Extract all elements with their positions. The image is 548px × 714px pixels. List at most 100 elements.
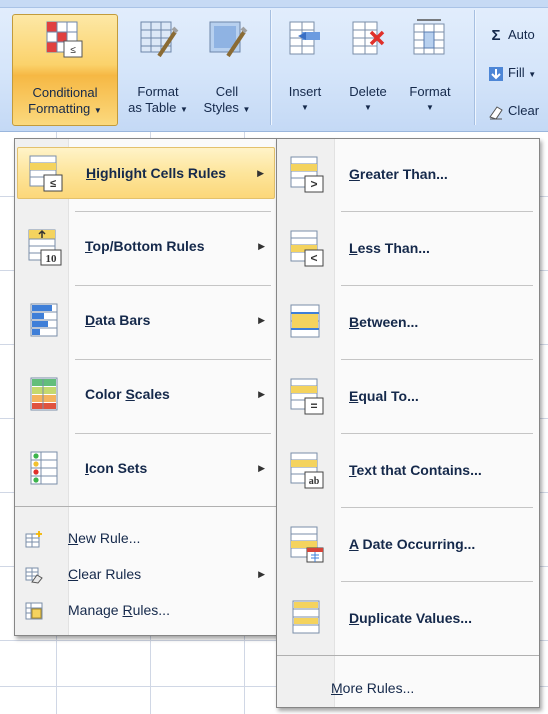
submenu-item-duplicate-values[interactable]: Duplicate Values... [279,593,537,645]
date-key: A [349,536,359,552]
insert-cells-icon [289,21,320,55]
greater-than-icon: > [290,156,324,193]
clearrules-key: C [68,566,79,582]
submenu-arrow-icon: ▶ [258,569,265,579]
menu-item-new-rule[interactable]: New Rule... [17,527,275,551]
managerules-pre: Manage [68,602,123,618]
format-as-table-button[interactable]: Format as Table ▼ [122,14,194,126]
menu-item-color-scales[interactable]: Color Scales ▶ [17,369,275,421]
submenu-item-equal-to[interactable]: = Equal To... [279,371,537,423]
submenu-arrow-icon: ▶ [257,168,264,178]
menu-item-clear-rules[interactable]: Clear Rules ▶ [17,563,275,587]
submenu-arrow-icon: ▶ [258,241,265,251]
menu-separator [75,285,271,286]
svg-text:10: 10 [46,253,58,265]
menu-separator [75,211,271,212]
menu-separator [341,359,533,360]
submenu-item-greater-than[interactable]: > Greater Than... [279,149,537,201]
conditional-formatting-button[interactable]: ≤ Conditional Formatting ▼ [12,14,118,126]
menu-separator [277,655,539,656]
fill-button[interactable]: Fill ▼ [488,62,536,84]
conditional-label-2: Formatting [28,101,91,116]
topbottom-key: T [85,238,93,254]
autosum-button[interactable]: Σ Auto [488,24,534,46]
format-label: Format [409,84,451,99]
managerules-post: ules... [132,602,170,618]
menu-separator [341,433,533,434]
format-cells-icon [413,19,445,55]
submenu-item-less-than[interactable]: < Less Than... [279,223,537,275]
svg-text:ab: ab [309,476,320,487]
menu-item-icon-sets[interactable]: Icon Sets ▶ [17,443,275,495]
icon-sets-icon [30,451,58,485]
format-table-label-2: as Table [128,100,177,115]
top-bottom-rules-icon: 10 [28,229,62,266]
txt-post: ext that Contains... [356,462,482,478]
menu-item-data-bars[interactable]: Data Bars ▶ [17,295,275,347]
svg-text:<: < [310,251,317,265]
highlight-cells-rules-submenu: > Greater Than... < Less Than... Between… [276,138,540,708]
ribbon: ≤ Conditional Formatting ▼ Format as Tab… [0,0,548,132]
duplicate-values-icon [292,600,320,634]
format-as-table-icon [140,21,179,58]
menu-item-highlight-cells-rules[interactable]: ≤ Highlight Cells Rules ▶ [17,147,275,199]
svg-text:>: > [310,177,317,191]
group-separator [270,10,271,125]
menu-separator [75,359,271,360]
chevron-down-icon: ▼ [301,103,309,112]
submenu-item-text-contains[interactable]: ab Text that Contains... [279,445,537,497]
colorscales-key: S [125,386,135,402]
group-separator [474,10,475,125]
new-rule-icon [25,531,42,548]
more-key: M [331,680,343,696]
format-button[interactable]: Format ▼ [400,14,460,126]
menu-item-top-bottom-rules[interactable]: 10 Top/Bottom Rules ▶ [17,221,275,273]
insert-button[interactable]: Insert ▼ [278,14,332,126]
databars-key: D [85,312,96,328]
highlight-post: ighlight Cells Rules [96,165,227,181]
lt-post: ess Than... [357,240,430,256]
dup-post: uplicate Values... [359,610,472,626]
newrule-key: N [68,530,79,546]
chevron-down-icon: ▼ [528,70,537,79]
menu-separator [75,433,271,434]
chevron-down-icon: ▼ [242,105,251,114]
menu-separator [15,506,277,507]
dup-key: D [349,610,360,626]
more-post: ore Rules... [342,680,415,696]
between-post: etween... [359,314,419,330]
menu-item-manage-rules[interactable]: Manage Rules... [17,599,275,623]
less-than-icon: < [290,230,324,267]
txt-key: T [349,462,357,478]
cell-styles-button[interactable]: Cell Styles ▼ [196,14,258,126]
gt-post: reater Than... [359,166,448,182]
clear-label: Clear [508,103,540,118]
svg-text:≤: ≤ [50,178,56,190]
menu-separator [341,507,533,508]
conditional-label-1: Conditional [32,85,98,100]
chevron-down-icon: ▼ [426,103,434,112]
delete-button[interactable]: Delete ▼ [340,14,396,126]
newrule-post: ew Rule... [78,530,141,546]
clear-button[interactable]: Clear [488,100,539,122]
submenu-item-more-rules[interactable]: More Rules... [279,677,537,701]
format-table-label-1: Format [137,84,179,99]
managerules-key: R [122,602,133,618]
between-icon [290,304,320,338]
data-bars-icon [30,303,58,337]
highlight-key: H [86,165,97,181]
databars-post: ata Bars [95,312,151,328]
topbottom-post: op/Bottom Rules [92,238,205,254]
submenu-arrow-icon: ▶ [258,389,265,399]
eq-post: qual To... [358,388,419,404]
equal-to-icon: = [290,378,324,415]
submenu-item-date-occurring[interactable]: A Date Occurring... [279,519,537,571]
menu-separator [341,581,533,582]
clearrules-post: lear Rules [78,566,142,582]
chevron-down-icon: ▼ [179,105,188,114]
svg-text:=: = [310,399,317,413]
svg-text:≤: ≤ [70,45,76,56]
delete-label: Delete [349,84,387,99]
submenu-item-between[interactable]: Between... [279,297,537,349]
text-contains-icon: ab [290,452,324,489]
